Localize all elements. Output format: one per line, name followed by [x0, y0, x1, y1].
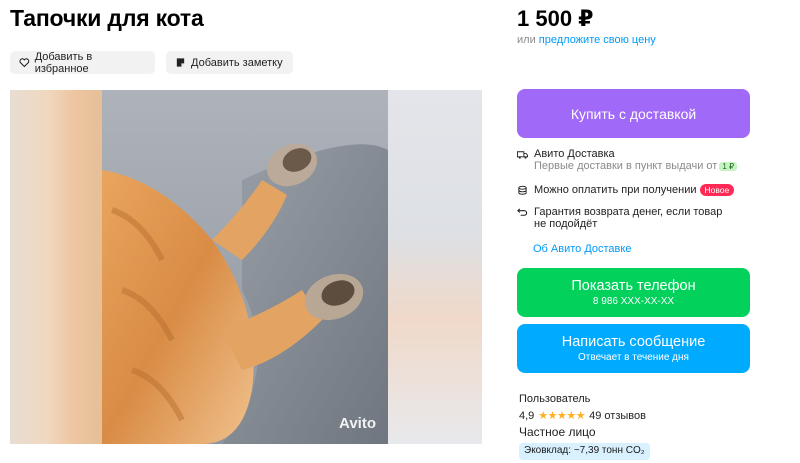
seller-rating[interactable]: 4,9 ★★★★★ 49 отзывов [519, 409, 646, 423]
buy-label: Купить с доставкой [570, 105, 697, 122]
delivery-first: Первые доставки в пункт выдачи от 1 ₽ [534, 160, 738, 172]
price: 1 500 ₽ [517, 6, 594, 31]
add-favorite-button[interactable]: Добавить в избранное [10, 50, 155, 75]
buy-with-delivery-button[interactable]: Купить с доставкой [517, 89, 750, 138]
coins-icon [518, 185, 527, 195]
listing-title: Тапочки для кота [10, 5, 204, 31]
min-price-badge: 1 ₽ [719, 162, 738, 171]
delivery-first-text: Первые доставки в пункт выдачи от [534, 160, 718, 172]
truck-icon [517, 151, 528, 159]
money-back-guarantee: Гарантия возврата денег, если товар не п… [517, 206, 722, 230]
reviews-count[interactable]: 49 отзывов [589, 410, 646, 422]
photo-gallery[interactable]: Avito [10, 90, 482, 444]
delivery-info: Авито Доставка Первые доставки в пункт в… [517, 148, 738, 172]
pay-on-receipt: Можно оплатить при получении Новое [517, 184, 735, 196]
add-favorite-label: Добавить в избранное [34, 50, 93, 75]
offer-price-link[interactable]: предложите свою цену [539, 34, 656, 46]
phone-masked: 8 986 XXX-XX-XX [592, 296, 675, 307]
about-delivery-link[interactable]: Об Авито Доставке [533, 243, 631, 255]
price-offer: или предложите свою цену [517, 34, 656, 46]
seller-name[interactable]: Пользователь [519, 393, 590, 405]
pay-on-receipt-text: Можно оплатить при получении [534, 184, 697, 196]
show-phone-label: Показать телефон [571, 278, 696, 294]
guarantee-line2: не подойдёт [534, 218, 598, 230]
response-time: Отвечает в течение дня [578, 352, 689, 363]
return-icon [517, 208, 528, 216]
show-phone-button[interactable]: Показать телефон 8 986 XXX-XX-XX [517, 268, 750, 317]
rating-value: 4,9 [519, 409, 535, 422]
write-message-button[interactable]: Написать сообщение Отвечает в течение дн… [517, 324, 750, 373]
add-note-button[interactable]: Добавить заметку [166, 51, 293, 74]
eco-contribution-badge[interactable]: Эковклад: ~7,39 тонн CO₂ [519, 443, 650, 460]
rating-stars: ★★★★★ [538, 410, 586, 422]
listing-photo[interactable]: Avito [102, 90, 388, 444]
gallery-backdrop-left [10, 90, 102, 444]
delivery-title: Авито Доставка [534, 148, 615, 160]
note-icon [176, 58, 185, 67]
gallery-backdrop-right [388, 90, 482, 444]
offer-prefix: или [517, 34, 536, 46]
seller-kind: Частное лицо [519, 425, 596, 439]
guarantee-line1: Гарантия возврата денег, если товар [534, 206, 723, 218]
write-message-label: Написать сообщение [561, 334, 706, 350]
add-note-label: Добавить заметку [191, 56, 283, 69]
heart-icon [19, 58, 30, 68]
new-badge: Новое [699, 184, 735, 196]
avito-watermark: Avito [339, 415, 376, 432]
